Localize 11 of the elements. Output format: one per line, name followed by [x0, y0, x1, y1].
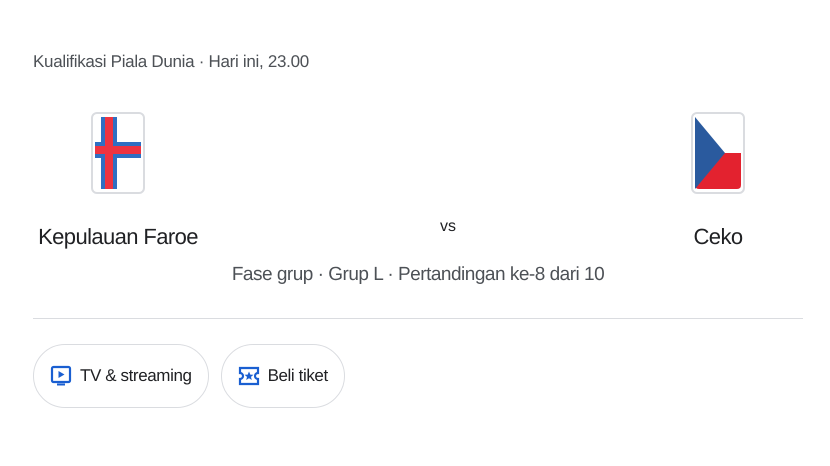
ticket-button[interactable]: Beli tiket — [220, 344, 345, 408]
team-name: Kepulauan Faroe — [38, 224, 198, 250]
versus-label: vs — [440, 218, 456, 236]
flag-icon — [91, 112, 145, 194]
team-name: Ceko — [694, 224, 742, 250]
ticket-icon — [238, 365, 260, 387]
tv-streaming-button[interactable]: TV & streaming — [33, 344, 209, 408]
match-header: Kualifikasi Piala Dunia · Hari ini, 23.00 — [33, 52, 310, 72]
tv-icon — [50, 365, 72, 387]
match-details: Fase grup · Grup L · Pertandingan ke-8 dari 10 — [230, 264, 606, 286]
flag-icon — [691, 112, 745, 194]
